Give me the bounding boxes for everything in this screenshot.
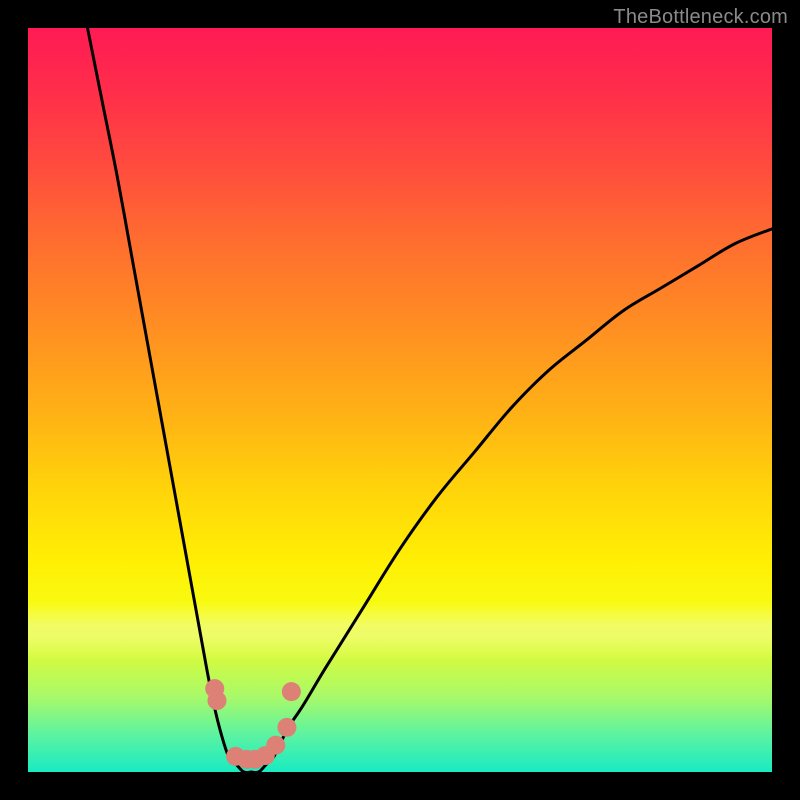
chart-frame: TheBottleneck.com (0, 0, 800, 800)
data-marker (282, 682, 301, 701)
plot-area (28, 28, 772, 772)
data-marker (266, 736, 285, 755)
data-marker (207, 691, 226, 710)
data-marker (277, 718, 296, 737)
watermark-text: TheBottleneck.com (613, 6, 788, 29)
curves-svg (28, 28, 772, 772)
curve-left (88, 28, 252, 772)
curve-right (251, 229, 772, 772)
